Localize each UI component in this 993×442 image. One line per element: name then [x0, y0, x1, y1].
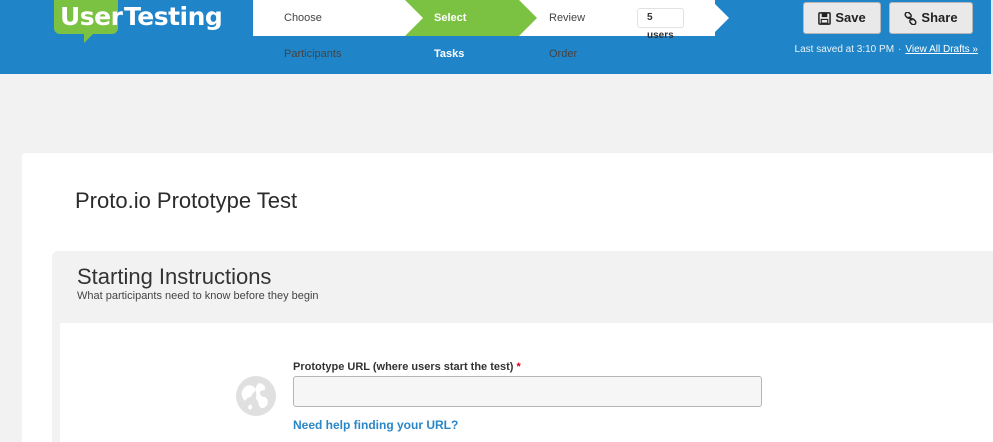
logo-testing-text: Testing — [124, 2, 223, 31]
users-count-badge: 5 users — [637, 8, 684, 41]
test-card: Proto.io Prototype Test Starting Instruc… — [22, 153, 993, 442]
save-button-label: Save — [835, 10, 866, 25]
step-arrow — [711, 0, 729, 36]
floppy-disk-icon — [818, 11, 832, 25]
section-body: Prototype URL (where users start the tes… — [60, 323, 993, 442]
save-status: Last saved at 3:10 PM · View All Drafts » — [795, 44, 978, 55]
starting-instructions-section: Starting Instructions What participants … — [52, 251, 993, 442]
required-marker: * — [516, 361, 521, 373]
step-label-review-order: Review Order — [549, 12, 586, 60]
step-arrow — [405, 0, 423, 36]
step-arrow — [519, 0, 537, 36]
prototype-url-label-text: Prototype URL (where users start the tes… — [293, 361, 514, 373]
find-url-help-link[interactable]: Need help finding your URL? — [293, 418, 458, 432]
section-subtitle: What participants need to know before th… — [77, 290, 319, 302]
view-all-drafts-link[interactable]: View All Drafts » — [905, 44, 978, 55]
prototype-url-label: Prototype URL (where users start the tes… — [293, 361, 521, 373]
save-button[interactable]: Save — [803, 2, 881, 34]
step-label-choose-participants: Choose Participants — [284, 12, 342, 60]
prototype-url-input[interactable] — [293, 376, 762, 407]
last-saved-text: Last saved at 3:10 PM — [794, 44, 895, 55]
logo-bubble-tail — [84, 33, 94, 43]
logo-user-text: User — [60, 2, 123, 31]
share-button-label: Share — [921, 10, 958, 25]
share-button[interactable]: Share — [889, 2, 973, 34]
step-label-select-tasks: Select Tasks — [434, 12, 467, 60]
link-icon — [904, 11, 917, 25]
status-separator: · — [898, 44, 902, 55]
test-title: Proto.io Prototype Test — [75, 188, 298, 213]
top-header: User Testing ® Choose Participants Selec… — [0, 0, 993, 74]
section-title: Starting Instructions — [77, 264, 272, 289]
globe-icon — [236, 376, 276, 416]
